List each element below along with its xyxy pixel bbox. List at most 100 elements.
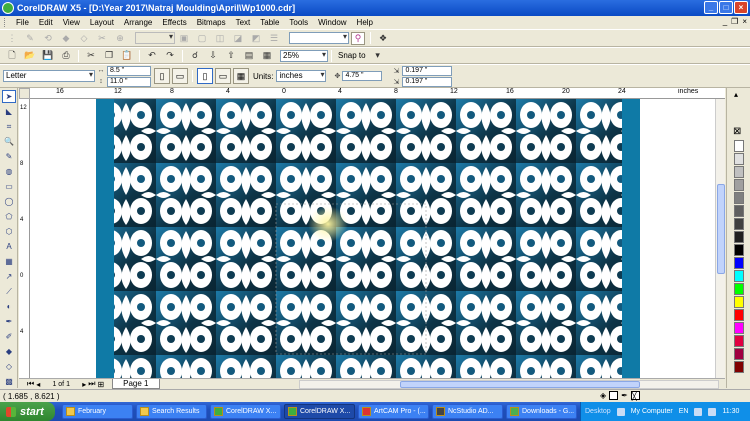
rectangle-tool-icon[interactable]: ▭ <box>2 180 16 193</box>
menu-arrange[interactable]: Arrange <box>119 18 157 27</box>
menu-view[interactable]: View <box>58 18 85 27</box>
task-search-results[interactable]: Search Results <box>136 404 207 419</box>
shape-icon[interactable]: ◇ <box>77 32 91 45</box>
start-button[interactable]: start <box>0 402 55 421</box>
clock[interactable]: 11:30 <box>722 408 739 415</box>
last-page-icon[interactable]: ⏭ <box>88 379 95 389</box>
palette-swatch[interactable] <box>734 166 744 178</box>
palette-swatch[interactable] <box>734 348 744 360</box>
export-icon[interactable]: ⇧ <box>224 49 238 62</box>
task-february[interactable]: February <box>62 404 133 419</box>
join-icon[interactable]: ⊕ <box>113 32 127 45</box>
page-width-field[interactable]: 8.5 " <box>107 65 151 76</box>
outline-swatch[interactable]: ╳ <box>630 391 640 401</box>
page-layout-button[interactable]: ▦ <box>233 68 249 84</box>
palette-swatch[interactable] <box>734 140 744 152</box>
cut-icon[interactable]: ✂ <box>84 49 98 62</box>
curve-icon[interactable]: ✎ <box>23 32 37 45</box>
outline-pen-icon[interactable]: ✒ <box>621 391 628 400</box>
fill-swatch[interactable] <box>609 391 619 400</box>
weld-icon[interactable]: ▣ <box>177 32 191 45</box>
volume-icon[interactable] <box>708 407 717 416</box>
lock-icon[interactable]: ⚲ <box>351 31 365 45</box>
task-coreldraw-1[interactable]: CorelDRAW X... <box>210 404 281 419</box>
palette-swatch[interactable] <box>734 283 744 295</box>
horizontal-scrollbar[interactable] <box>299 379 719 389</box>
add-page-icon[interactable]: ⊞ <box>97 380 104 389</box>
palette-swatch[interactable] <box>734 179 744 191</box>
duplicate-y-field[interactable]: 0.197 " <box>402 76 453 87</box>
break-icon[interactable]: ✂ <box>95 32 109 45</box>
lattice-artwork[interactable] <box>96 99 640 378</box>
fill-bucket-icon[interactable]: ◈ <box>600 391 606 400</box>
palette-swatch[interactable] <box>734 296 744 308</box>
connector-tool-icon[interactable]: ⟋ <box>2 285 16 298</box>
menu-effects[interactable]: Effects <box>157 18 191 27</box>
disabled-combo-1[interactable] <box>135 32 175 44</box>
nudge-distance-field[interactable]: 4.75 " <box>342 71 383 81</box>
interactive-fill-icon[interactable]: ◇ <box>2 360 16 373</box>
app-launcher-icon[interactable]: ▦ <box>260 49 274 62</box>
publish-pdf-icon[interactable]: ▤ <box>242 49 256 62</box>
palette-swatch[interactable] <box>734 218 744 230</box>
horizontal-scroll-thumb[interactable] <box>400 380 640 388</box>
current-page-button[interactable]: ▭ <box>172 68 188 84</box>
new-icon[interactable]: 🗋 <box>5 49 19 62</box>
task-artcam[interactable]: ArtCAM Pro - (... <box>358 404 429 419</box>
palette-swatch[interactable] <box>734 309 744 321</box>
vertical-scroll-thumb[interactable] <box>717 184 725 274</box>
page-height-field[interactable]: 11.0 " <box>107 76 151 87</box>
menu-tools[interactable]: Tools <box>284 18 313 27</box>
zoom-tool-icon[interactable]: 🔍 <box>2 135 16 148</box>
node-icon[interactable]: ◆ <box>59 32 73 45</box>
task-ncstudio[interactable]: NcStudio AD... <box>432 404 503 419</box>
doc-restore-button[interactable]: ❐ <box>731 17 738 26</box>
zoom-levels-combo[interactable]: 25% <box>280 49 328 62</box>
simplify-icon[interactable]: ◪ <box>231 32 245 45</box>
crop-tool-icon[interactable]: ⌗ <box>2 120 16 133</box>
landscape-button[interactable]: ▭ <box>215 68 231 84</box>
redo-icon[interactable]: ↷ <box>163 49 177 62</box>
outline-tool-icon[interactable]: ✐ <box>2 330 16 343</box>
language-indicator[interactable]: EN <box>679 408 689 415</box>
close-button[interactable]: × <box>734 1 748 14</box>
page-tab[interactable]: Page 1 <box>112 379 160 389</box>
desktop-toolbar[interactable]: Desktop <box>585 408 611 415</box>
vertical-scrollbar[interactable] <box>715 99 725 378</box>
dimension-tool-icon[interactable]: ↗ <box>2 270 16 283</box>
palette-swatch[interactable] <box>734 231 744 243</box>
menu-table[interactable]: Table <box>255 18 284 27</box>
maximize-button[interactable]: □ <box>719 1 733 14</box>
group-icon[interactable]: ❖ <box>376 32 390 45</box>
prev-page-icon[interactable]: ◂ <box>36 380 40 389</box>
menu-grip[interactable] <box>4 18 7 27</box>
menu-layout[interactable]: Layout <box>85 18 119 27</box>
snap-to-dropdown[interactable]: Snap to <box>338 51 366 60</box>
menu-bitmaps[interactable]: Bitmaps <box>192 18 231 27</box>
palette-scroll-up-icon[interactable]: ▴ <box>734 90 738 99</box>
units-combo[interactable]: inches <box>276 70 327 82</box>
reset-icon[interactable]: ⟲ <box>41 32 55 45</box>
menu-text[interactable]: Text <box>231 18 256 27</box>
shape-tool-icon[interactable]: ◣ <box>2 105 16 118</box>
coreldraw-app-icon[interactable] <box>2 2 14 14</box>
doc-close-button[interactable]: × <box>742 17 747 26</box>
eyedropper-tool-icon[interactable]: ✒ <box>2 315 16 328</box>
my-computer-toolbar[interactable]: My Computer <box>631 408 673 415</box>
palette-swatch[interactable] <box>734 270 744 282</box>
palette-swatch[interactable] <box>734 335 744 347</box>
first-page-icon[interactable]: ⏮ <box>27 379 34 389</box>
align-icon[interactable]: ☰ <box>267 32 281 45</box>
palette-swatch[interactable] <box>734 192 744 204</box>
no-fill-icon[interactable]: ⊠ <box>733 126 741 137</box>
palette-swatch[interactable] <box>734 257 744 269</box>
freehand-tool-icon[interactable]: ✎ <box>2 150 16 163</box>
ellipse-tool-icon[interactable]: ◯ <box>2 195 16 208</box>
save-icon[interactable]: 💾 <box>41 49 55 62</box>
fill-tool-icon[interactable]: ◆ <box>2 345 16 358</box>
all-pages-button[interactable]: ▯ <box>154 68 170 84</box>
palette-swatch[interactable] <box>734 361 744 373</box>
smart-fill-icon[interactable]: ◍ <box>2 165 16 178</box>
menu-window[interactable]: Window <box>313 18 351 27</box>
vertical-ruler[interactable]: 12 8 4 0 4 <box>19 99 30 378</box>
